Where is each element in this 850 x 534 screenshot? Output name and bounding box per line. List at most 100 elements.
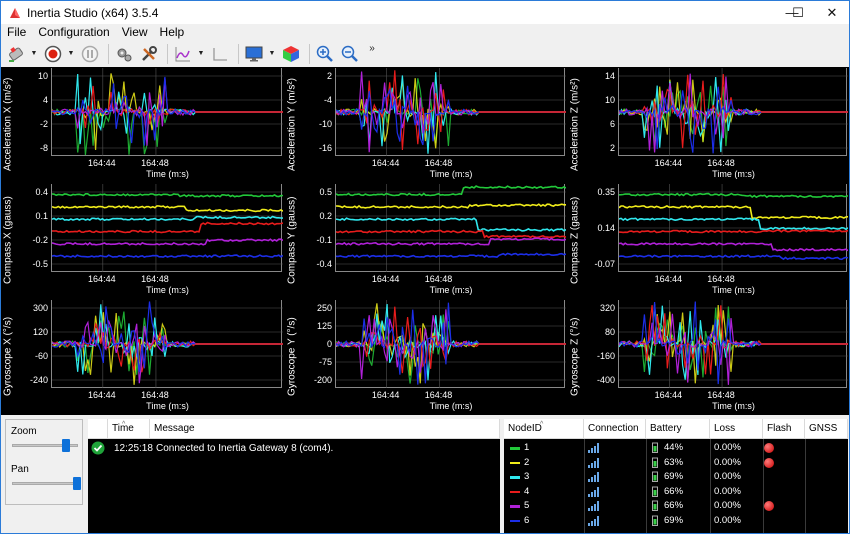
plot-panel[interactable]: Gyroscope X (°/s) 300 120 -60 -240 164:44 164:…: [1, 299, 284, 414]
zoom-out-button[interactable]: [339, 43, 361, 65]
node-color-swatch: [510, 505, 520, 508]
plot-area[interactable]: [335, 184, 566, 272]
menu-file[interactable]: File: [1, 24, 32, 40]
menu-view[interactable]: View: [116, 24, 154, 40]
plot-panel[interactable]: Compass Z (gauss) 0.35 0.14 -0.07 164:44 164:…: [568, 183, 849, 298]
plot-y-tick: -0.5: [32, 259, 48, 269]
tools-button[interactable]: [138, 43, 160, 65]
plot-x-tick: 164:44: [88, 158, 116, 168]
connect-dropdown[interactable]: ▼: [30, 43, 38, 65]
record-dropdown[interactable]: ▼: [67, 43, 75, 65]
node-status-table[interactable]: NodeID ^ Connection Battery Loss Flash GN…: [504, 419, 848, 533]
node-5-trace: [52, 320, 283, 384]
node-row[interactable]: 4 66% 0.00%: [504, 485, 848, 499]
node-row[interactable]: 1 44% 0.00%: [504, 441, 848, 455]
plot-area[interactable]: [335, 300, 566, 388]
sort-ascending-icon: ^: [122, 421, 126, 428]
window-title: Inertia Studio (x64) 3.5.4: [27, 5, 159, 20]
chart-button[interactable]: [172, 43, 194, 65]
app-icon: [10, 7, 20, 18]
message-log[interactable]: ^ Time Message 12:25:18 Connected to Iner…: [88, 419, 500, 533]
log-time-header[interactable]: ^ Time: [108, 419, 150, 439]
display-dropdown[interactable]: ▼: [268, 43, 276, 65]
plot-traces: [336, 300, 566, 388]
zoom-slider-thumb[interactable]: [61, 439, 70, 452]
cube-icon: [283, 45, 299, 62]
node-row[interactable]: 6 69% 0.00%: [504, 514, 848, 528]
plot-traces: [619, 68, 848, 156]
gnss-header[interactable]: GNSS: [805, 419, 848, 439]
menu-help[interactable]: Help: [154, 24, 191, 40]
node-6-trace: [619, 254, 848, 261]
display-button[interactable]: [243, 43, 265, 65]
node-row[interactable]: 2 63% 0.00%: [504, 456, 848, 470]
menu-bar: File Configuration View Help: [1, 24, 190, 40]
node-3-trace: [52, 215, 283, 222]
battery-header[interactable]: Battery: [646, 419, 710, 439]
plot-area[interactable]: [51, 68, 283, 156]
flash-header[interactable]: Flash: [763, 419, 805, 439]
plot-area[interactable]: [618, 68, 848, 156]
settings-button[interactable]: [113, 43, 135, 65]
plot-area[interactable]: [335, 68, 566, 156]
plot-y-tick: 300: [32, 303, 48, 313]
plot-y-axis-label: Gyroscope Z (°/s): [569, 317, 581, 396]
plot-panel[interactable]: Acceleration Y (m/s²) 2 -4 -10 -16 164:44 164:…: [285, 67, 567, 182]
connect-button[interactable]: [5, 43, 27, 65]
node-6-trace: [52, 254, 283, 259]
connection-header[interactable]: Connection: [584, 419, 646, 439]
chart-dropdown[interactable]: ▼: [197, 43, 205, 65]
node-row[interactable]: 5 66% 0.00%: [504, 499, 848, 513]
close-button[interactable]: ✕: [813, 1, 850, 24]
gears-icon: [117, 48, 132, 61]
node-row[interactable]: 3 69% 0.00%: [504, 470, 848, 484]
plot-x-axis-label: Time (m:s): [429, 401, 473, 411]
signal-strength-icon: [588, 486, 599, 497]
zoom-in-button[interactable]: [314, 43, 336, 65]
plot-y-axis-label: Gyroscope Y (°/s): [286, 317, 298, 396]
nodeid-header[interactable]: NodeID ^: [504, 419, 584, 439]
log-message-header[interactable]: Message: [150, 419, 500, 439]
pause-button[interactable]: [79, 43, 101, 65]
menu-configuration[interactable]: Configuration: [32, 24, 115, 40]
plot-panel[interactable]: Compass X (gauss) 0.4 0.1 -0.2 -0.5 164:44 164…: [1, 183, 284, 298]
plot-y-tick: -10: [318, 119, 332, 129]
toolbar-separator: [167, 43, 168, 64]
plot-y-tick: -400: [596, 375, 615, 385]
plot-x-tick: 164:44: [88, 274, 116, 284]
plot-y-tick: 0: [326, 339, 332, 349]
axes-button[interactable]: [209, 43, 231, 65]
log-time: 12:25:18: [114, 443, 153, 454]
plot-y-tick: -0.07: [594, 259, 615, 269]
zoom-label: Zoom: [11, 426, 37, 437]
record-button[interactable]: [42, 43, 64, 65]
plot-panel[interactable]: Compass Y (gauss) 0.5 0.2 -0.1 -0.4 164:44 164…: [285, 183, 567, 298]
plot-panel[interactable]: Acceleration Z (m/s²) 14 10 6 2 164:44 164:48 T…: [568, 67, 849, 182]
title-bar[interactable]: Inertia Studio (x64) 3.5.4 — ☐ ✕: [1, 1, 849, 24]
monitor-icon: [245, 46, 263, 61]
plot-area[interactable]: [618, 300, 848, 388]
pan-slider-thumb[interactable]: [72, 477, 81, 490]
node-1-trace: [619, 192, 848, 199]
log-icon-header: [88, 419, 108, 439]
loss-header[interactable]: Loss: [710, 419, 763, 439]
plot-panel[interactable]: Gyroscope Y (°/s) 250 125 0 -75 -200 164:44 164…: [285, 299, 567, 414]
toolbar-overflow[interactable]: »: [366, 43, 378, 65]
plot-y-tick: -0.4: [316, 259, 332, 269]
node-battery: 66%: [664, 485, 684, 497]
signal-strength-icon: [588, 501, 599, 511]
3d-view-button[interactable]: [280, 43, 302, 65]
maximize-button[interactable]: ☐: [779, 1, 817, 24]
plot-area[interactable]: [51, 300, 283, 388]
plot-x-axis-label: Time (m:s): [429, 169, 473, 179]
plot-x-axis-label: Time (m:s): [712, 285, 755, 295]
plot-traces: [52, 184, 283, 272]
pan-slider[interactable]: [12, 482, 78, 485]
plot-panel[interactable]: Gyroscope Z (°/s) 320 80 -160 -400 164:44 164:…: [568, 299, 849, 414]
node-id: 2: [524, 456, 530, 468]
plot-y-tick: 250: [316, 303, 332, 313]
node-battery: 69%: [664, 514, 684, 526]
plot-area[interactable]: [51, 184, 283, 272]
plot-area[interactable]: [618, 184, 848, 272]
plot-panel[interactable]: Acceleration X (m/s²) 10 4 -2 -8 164:44 164:48…: [1, 67, 284, 182]
